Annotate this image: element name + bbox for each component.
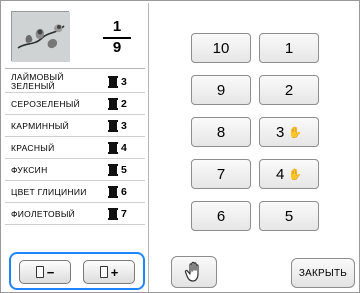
- color-row-4[interactable]: КРАСНЫЙ 4: [5, 137, 145, 159]
- color-number: 5: [121, 164, 127, 176]
- key-7[interactable]: 7: [191, 159, 251, 189]
- key-3[interactable]: 3 ✋: [259, 117, 319, 147]
- key-label: 4: [275, 165, 285, 183]
- right-panel: 10 1 9 2 8 3 ✋ 7 4 ✋ 6 5 ЗАКРЫТЬ: [151, 3, 359, 292]
- color-row-3[interactable]: КАРМИННЫЙ 3: [5, 115, 145, 137]
- color-number: 4: [121, 142, 127, 154]
- thread-spool-icon: [108, 186, 118, 198]
- key-10[interactable]: 10: [191, 33, 251, 63]
- color-step-counter: 1 9: [103, 19, 131, 56]
- key-label: 7: [216, 165, 226, 183]
- close-label: ЗАКРЫТЬ: [298, 267, 348, 279]
- key-1[interactable]: 1: [259, 33, 319, 63]
- key-label: 3: [275, 123, 285, 141]
- thread-spool-icon: [108, 76, 118, 88]
- previous-color-button[interactable]: −: [19, 260, 71, 284]
- color-step-controls: − +: [9, 252, 145, 290]
- thread-spool-icon: [108, 208, 118, 220]
- embroidery-color-screen: 1 9 ЛАЙМОВЫЙ ЗЕЛЕНЫЙ 3 СЕРОЗЕЛЕНЫЙ 2 КАР…: [0, 0, 360, 293]
- key-9[interactable]: 9: [191, 75, 251, 105]
- color-name: ФИОЛЕТОВЫЙ: [11, 209, 76, 219]
- close-button[interactable]: ЗАКРЫТЬ: [291, 258, 355, 288]
- color-name: КАРМИННЫЙ: [11, 121, 69, 131]
- thread-spool-icon: [35, 266, 44, 278]
- color-row-1[interactable]: ЛАЙМОВЫЙ ЗЕЛЕНЫЙ 3: [5, 71, 145, 93]
- key-label: 5: [284, 207, 294, 225]
- color-name: ЛАЙМОВЫЙ ЗЕЛЕНЫЙ: [11, 72, 64, 91]
- thread-spool-icon: [108, 164, 118, 176]
- hand-icon: ✋: [288, 168, 303, 181]
- hand-icon: ✋: [288, 126, 303, 139]
- color-number: 3: [121, 120, 127, 132]
- color-number: 6: [121, 186, 127, 198]
- key-4[interactable]: 4 ✋: [259, 159, 319, 189]
- key-8[interactable]: 8: [191, 117, 251, 147]
- color-number: 7: [121, 208, 127, 220]
- key-label: 1: [284, 39, 294, 57]
- color-name: СЕРОЗЕЛЕНЫЙ: [11, 99, 81, 109]
- key-5[interactable]: 5: [259, 201, 319, 231]
- key-label: 9: [216, 81, 226, 99]
- color-number: 3: [121, 76, 127, 88]
- left-panel: 1 9 ЛАЙМОВЫЙ ЗЕЛЕНЫЙ 3 СЕРОЗЕЛЕНЫЙ 2 КАР…: [3, 3, 149, 292]
- key-label: 8: [216, 123, 226, 141]
- hand-icon: [184, 261, 199, 282]
- key-2[interactable]: 2: [259, 75, 319, 105]
- design-preview: 1 9: [5, 5, 145, 69]
- color-number: 2: [121, 98, 127, 110]
- color-row-7[interactable]: ФИОЛЕТОВЫЙ 7: [5, 203, 145, 225]
- thread-spool-icon: [99, 266, 108, 278]
- color-row-2[interactable]: СЕРОЗЕЛЕНЫЙ 2: [5, 93, 145, 115]
- key-label: 6: [216, 207, 226, 225]
- design-thumbnail: [11, 11, 70, 62]
- minus-label: −: [46, 264, 55, 280]
- color-name: КРАСНЫЙ: [11, 143, 55, 153]
- color-row-5[interactable]: ФУКСИН 5: [5, 159, 145, 181]
- flower-thumbnail-icon: [12, 12, 70, 62]
- color-name: ФУКСИН: [11, 165, 48, 175]
- key-6[interactable]: 6: [191, 201, 251, 231]
- plus-label: +: [110, 264, 119, 280]
- thread-spool-icon: [108, 120, 118, 132]
- thread-color-list: ЛАЙМОВЫЙ ЗЕЛЕНЫЙ 3 СЕРОЗЕЛЕНЫЙ 2 КАРМИНН…: [5, 71, 145, 225]
- thread-spool-icon: [108, 98, 118, 110]
- hand-button[interactable]: [171, 256, 217, 288]
- color-name: ЦВЕТ ГЛИЦИНИИ: [11, 187, 87, 197]
- next-color-button[interactable]: +: [83, 260, 135, 284]
- color-row-6[interactable]: ЦВЕТ ГЛИЦИНИИ 6: [5, 181, 145, 203]
- key-label: 10: [212, 39, 230, 57]
- key-label: 2: [284, 81, 294, 99]
- current-step: 1: [112, 18, 122, 35]
- thread-spool-icon: [108, 142, 118, 154]
- total-steps: 9: [112, 39, 122, 56]
